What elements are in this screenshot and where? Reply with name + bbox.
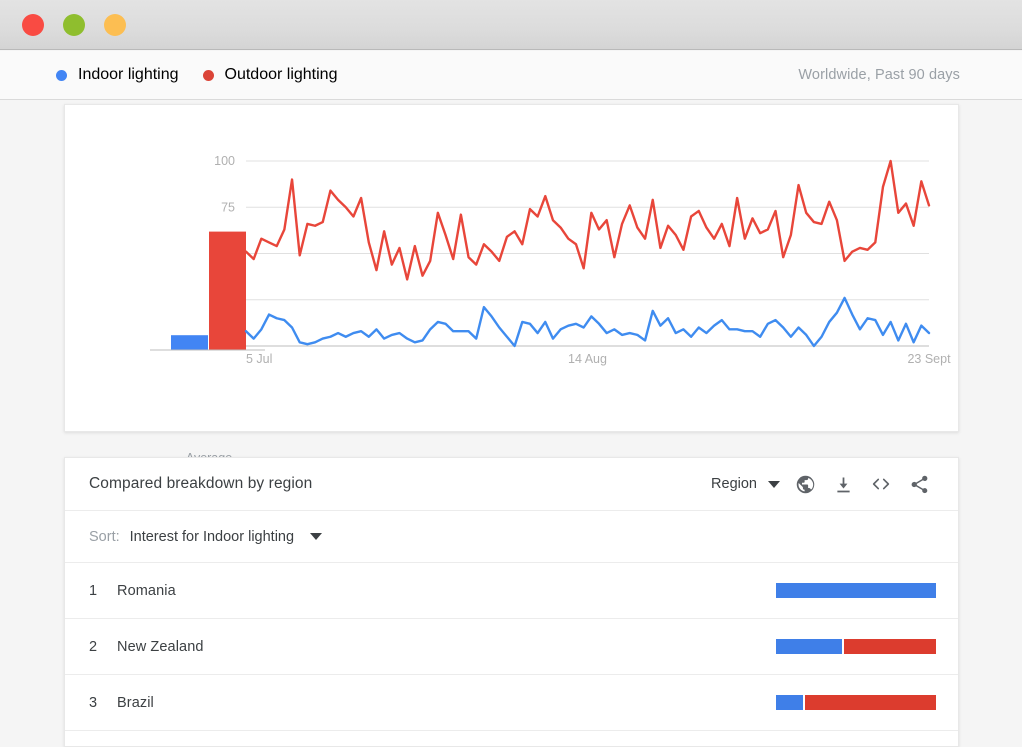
- row-region-name: New Zealand: [117, 638, 204, 655]
- series-legend: Indoor lighting Outdoor lighting: [56, 66, 337, 84]
- chart-area: 2550751005 Jul14 Aug23 Sept Average: [65, 105, 958, 465]
- region-select-label: Region: [711, 476, 757, 492]
- row-comparison-bar: [776, 583, 936, 598]
- bar-segment-indoor: [776, 583, 936, 598]
- maximize-window-button[interactable]: [104, 14, 126, 36]
- table-row[interactable]: 2 New Zealand: [65, 619, 958, 675]
- close-window-button[interactable]: [22, 14, 44, 36]
- row-region-name: Romania: [117, 582, 176, 599]
- minimize-window-button[interactable]: [63, 14, 85, 36]
- row-rank: 2: [89, 638, 98, 655]
- legend-bar: Indoor lighting Outdoor lighting Worldwi…: [0, 51, 1022, 100]
- table-row[interactable]: 3 Brazil: [65, 675, 958, 731]
- scope-label: Worldwide, Past 90 days: [798, 67, 960, 83]
- window-title-bar: [0, 0, 1022, 50]
- globe-icon[interactable]: [786, 465, 824, 503]
- sort-label: Sort:: [89, 528, 120, 545]
- interest-over-time-card: 2550751005 Jul14 Aug23 Sept Average: [64, 104, 959, 465]
- legend-label: Outdoor lighting: [224, 66, 338, 83]
- bar-segment-outdoor: [844, 639, 936, 654]
- legend-dot-icon: [56, 69, 67, 81]
- svg-text:23 Sept: 23 Sept: [907, 352, 951, 366]
- table-row[interactable]: 1 Romania: [65, 563, 958, 619]
- legend-dot-icon: [202, 69, 214, 81]
- timeseries-chart: 2550751005 Jul14 Aug23 Sept: [150, 154, 951, 366]
- svg-text:14 Aug: 14 Aug: [568, 352, 607, 366]
- row-region-name: Brazil: [117, 694, 154, 711]
- bar-segment-indoor: [776, 695, 803, 710]
- bar-segment-indoor: [776, 639, 843, 654]
- svg-text:75: 75: [221, 200, 235, 214]
- region-granularity-select[interactable]: Region: [705, 472, 786, 496]
- region-card-header: Compared breakdown by region Region: [65, 458, 958, 511]
- bar-segment-outdoor: [804, 695, 936, 710]
- chevron-down-icon[interactable]: [310, 533, 323, 540]
- sort-row: Sort: Interest for Indoor lighting: [65, 511, 958, 563]
- svg-text:100: 100: [214, 154, 235, 168]
- share-icon[interactable]: [900, 465, 938, 503]
- region-list: 1 Romania 2 New Zealand 3 Brazil: [65, 563, 958, 746]
- row-rank: 3: [89, 694, 98, 711]
- region-card-toolbar: Region: [705, 465, 938, 503]
- legend-item-indoor-lighting[interactable]: Indoor lighting: [56, 66, 179, 84]
- download-icon[interactable]: [824, 465, 862, 503]
- embed-icon[interactable]: [862, 465, 900, 503]
- row-rank: 1: [89, 582, 98, 599]
- window-controls: [22, 14, 126, 36]
- row-comparison-bar: [776, 695, 936, 710]
- legend-item-outdoor-lighting[interactable]: Outdoor lighting: [202, 66, 338, 84]
- svg-text:5 Jul: 5 Jul: [246, 352, 272, 366]
- region-breakdown-card: Compared breakdown by region Region Sort…: [64, 457, 959, 747]
- row-comparison-bar: [776, 639, 936, 654]
- sort-select[interactable]: Interest for Indoor lighting: [130, 529, 294, 545]
- legend-label: Indoor lighting: [78, 66, 179, 83]
- region-card-title: Compared breakdown by region: [89, 475, 313, 492]
- chevron-down-icon: [768, 480, 780, 488]
